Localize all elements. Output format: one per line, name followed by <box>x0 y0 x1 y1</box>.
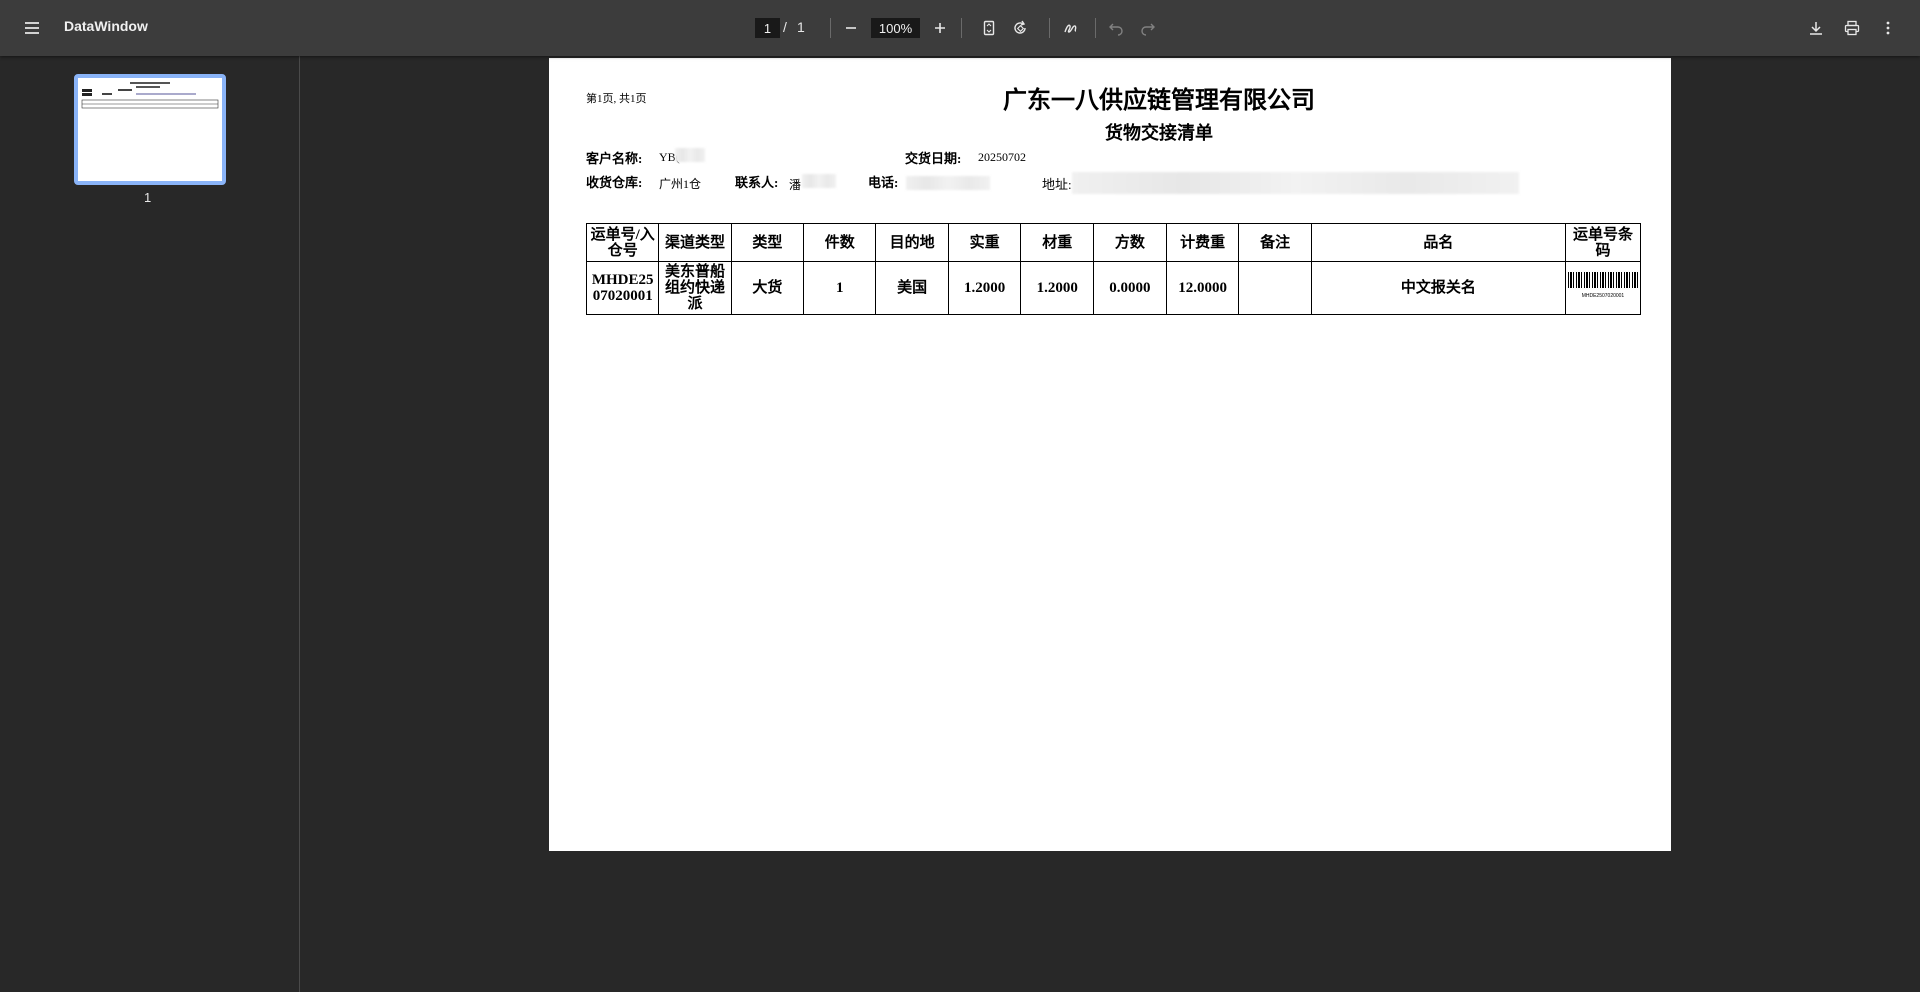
redacted-block <box>906 176 990 190</box>
redacted-block <box>675 148 705 162</box>
barcode-text: MHDE2507020001 <box>1581 293 1625 299</box>
column-header: 方数 <box>1093 223 1167 262</box>
pdf-page: 第1页, 共1页 广东一八供应链管理有限公司 货物交接清单 客户名称: YB( … <box>549 58 1671 851</box>
product-name-cell: 中文报关名 <box>1310 261 1566 315</box>
delivery-date-value: 20250702 <box>978 150 1026 164</box>
phone-label: 电话: <box>868 175 899 190</box>
volume-weight-cell: 1.2000 <box>1020 261 1095 315</box>
page-info: 第1页, 共1页 <box>586 93 647 105</box>
warehouse-label: 收货仓库: <box>586 175 643 190</box>
download-icon[interactable] <box>1800 12 1832 44</box>
column-header: 材重 <box>1020 223 1095 262</box>
rotate-icon[interactable] <box>1005 12 1037 44</box>
redacted-block <box>1072 172 1519 194</box>
contact-label: 联系人: <box>735 175 779 190</box>
address-label: 地址: <box>1042 177 1072 192</box>
toolbar-divider <box>1049 18 1050 38</box>
print-icon[interactable] <box>1836 12 1868 44</box>
zoom-out-button[interactable] <box>835 12 867 44</box>
customer-label: 客户名称: <box>586 151 643 166</box>
zoom-in-button[interactable] <box>924 12 956 44</box>
undo-icon[interactable] <box>1100 12 1132 44</box>
table-row: MHDE2507020001 美东普船组约快递派 大货 1 美国 1.2000 … <box>585 261 1642 315</box>
menu-icon[interactable] <box>16 12 48 44</box>
fit-page-button[interactable] <box>973 12 1005 44</box>
warehouse-value: 广州1仓 <box>659 177 702 191</box>
column-header: 运单号/入仓号 <box>585 223 660 262</box>
company-name: 广东一八供应链管理有限公司 <box>1003 88 1315 114</box>
column-header: 品名 <box>1310 223 1566 262</box>
pieces-cell: 1 <box>803 261 877 315</box>
remarks-cell <box>1238 261 1312 315</box>
thumbnail-page-number: 1 <box>144 190 152 205</box>
column-header: 实重 <box>947 223 1022 262</box>
document-title: DataWindow <box>64 18 148 34</box>
barcode-image <box>1567 272 1638 288</box>
table-header-row: 运单号/入仓号 渠道类型 类型 件数 目的地 实重 材重 方数 计费重 备注 品… <box>585 223 1642 262</box>
actual-weight-cell: 1.2000 <box>947 261 1022 315</box>
page-total: 1 <box>797 19 805 35</box>
manifest-table: 运单号/入仓号 渠道类型 类型 件数 目的地 实重 材重 方数 计费重 备注 品… <box>585 223 1642 315</box>
toolbar-divider <box>961 18 962 38</box>
barcode-cell: MHDE2507020001 <box>1564 261 1642 315</box>
type-cell: 大货 <box>730 261 805 315</box>
page-separator: / <box>783 19 787 35</box>
column-header: 计费重 <box>1165 223 1240 262</box>
more-options-icon[interactable] <box>1872 12 1904 44</box>
redo-icon[interactable] <box>1132 12 1164 44</box>
page-number-input[interactable] <box>755 18 780 38</box>
destination-cell: 美国 <box>875 261 949 315</box>
column-header: 备注 <box>1238 223 1312 262</box>
column-header: 运单号条码 <box>1564 223 1642 262</box>
delivery-date-label: 交货日期: <box>905 151 962 166</box>
toolbar-divider <box>1095 18 1096 38</box>
page-thumbnail-preview <box>78 78 222 181</box>
pdf-toolbar: DataWindow / 1 <box>0 0 1920 56</box>
billing-weight-cell: 12.0000 <box>1165 261 1240 315</box>
channel-cell: 美东普船组约快递派 <box>658 261 732 315</box>
toolbar-divider <box>830 18 831 38</box>
column-header: 渠道类型 <box>658 223 732 262</box>
contact-value: 潘 <box>789 178 802 192</box>
column-header: 目的地 <box>875 223 949 262</box>
thumbnail-sidebar: 1 <box>0 56 300 992</box>
zoom-input[interactable] <box>871 18 920 38</box>
annotate-icon[interactable] <box>1055 12 1087 44</box>
column-header: 件数 <box>803 223 877 262</box>
page-thumbnail[interactable] <box>74 74 226 185</box>
document-subtitle: 货物交接清单 <box>1105 123 1213 143</box>
cbm-cell: 0.0000 <box>1093 261 1167 315</box>
column-header: 类型 <box>730 223 805 262</box>
redacted-block <box>802 174 836 188</box>
waybill-cell: MHDE2507020001 <box>585 261 660 315</box>
